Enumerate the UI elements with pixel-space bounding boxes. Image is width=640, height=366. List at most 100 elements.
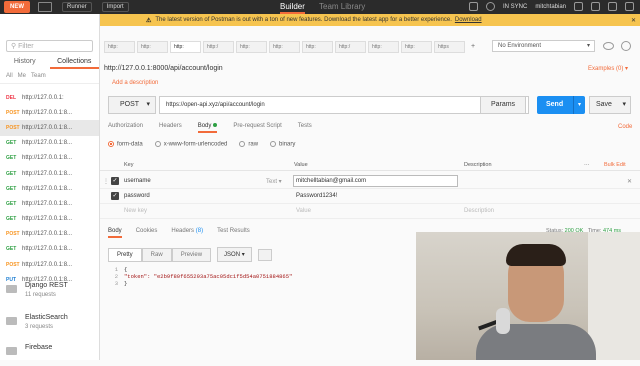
kv-key[interactable]: password (124, 193, 150, 199)
import-button[interactable]: Import (101, 2, 129, 12)
capture-icon[interactable] (468, 2, 478, 11)
history-item[interactable]: GET http://127.0.0.1:8... (0, 166, 99, 181)
request-tab[interactable]: http: (401, 41, 432, 53)
tab-headers[interactable]: Headers (159, 123, 182, 133)
user-menu[interactable]: mitchtabian (535, 4, 566, 10)
request-tab[interactable]: http: (170, 41, 201, 53)
gear-icon[interactable] (621, 41, 631, 51)
bulk-edit-link[interactable]: Bulk Edit (604, 162, 626, 168)
code-link[interactable]: Code (618, 124, 632, 130)
request-tab[interactable]: http: (269, 41, 300, 53)
line-number: 3 (114, 280, 118, 287)
format-preview[interactable]: Preview (171, 247, 212, 262)
col-description: Description (464, 162, 492, 168)
method-select[interactable]: POST (108, 96, 156, 114)
row-checkbox[interactable]: ✓ (111, 177, 119, 185)
environment-select[interactable]: No Environment (492, 40, 595, 52)
type-select[interactable]: Text ▾ (266, 178, 282, 185)
tab-authorization[interactable]: Authorization (108, 123, 143, 133)
request-tab[interactable]: http:/ (203, 41, 234, 53)
notifications-icon[interactable] (591, 2, 600, 11)
headers-count: (8) (195, 228, 204, 234)
more-icon[interactable]: ··· (584, 162, 590, 168)
request-tab[interactable]: http:/ (335, 41, 366, 53)
collection-elasticsearch[interactable]: ElasticSearch 3 requests (0, 312, 100, 336)
request-tab[interactable]: http: (302, 41, 333, 53)
request-tab[interactable]: http: (368, 41, 399, 53)
radio-urlencoded[interactable]: x-www-form-urlencoded (154, 141, 227, 148)
tab-cookies[interactable]: Cookies (136, 228, 158, 238)
examples-dropdown[interactable]: Examples (0) ▾ (588, 65, 628, 72)
new-value-input[interactable]: Value (296, 208, 311, 214)
radio-raw[interactable]: raw (239, 141, 258, 148)
tab-team-library[interactable]: Team Library (319, 2, 365, 11)
history-item[interactable]: GET http://127.0.0.1:8... (0, 196, 99, 211)
runner-button[interactable]: Runner (62, 2, 92, 12)
history-item[interactable]: POST http://127.0.0.1:8... (0, 105, 99, 120)
request-tab[interactable]: https (434, 41, 465, 53)
format-raw[interactable]: Raw (141, 247, 172, 262)
download-link[interactable]: Download (455, 17, 482, 23)
drag-handle-icon[interactable]: ⋮ (103, 178, 109, 185)
filter-me[interactable]: Me (18, 73, 26, 79)
favorite-icon[interactable] (608, 2, 617, 11)
tab-response-body[interactable]: Body (108, 228, 122, 238)
kv-value[interactable]: Password1234! (296, 193, 337, 199)
delete-row-icon[interactable]: ✕ (627, 178, 632, 185)
active-dot-icon (213, 123, 218, 127)
collection-firebase[interactable]: Firebase (0, 342, 100, 366)
radio-binary[interactable]: binary (270, 141, 295, 148)
json-select[interactable]: JSON ▾ (217, 247, 252, 262)
new-key-input[interactable]: New key (124, 208, 147, 214)
tab-body[interactable]: Body (197, 123, 218, 133)
tab-pre-request-script[interactable]: Pre-request Script (233, 123, 281, 133)
close-banner-icon[interactable]: ✕ (631, 17, 636, 24)
url-input[interactable]: https://open-api.xyz/api/account/login (159, 96, 529, 114)
radio-label: binary (279, 141, 296, 148)
history-item[interactable]: POST http://127.0.0.1:8... (0, 257, 99, 272)
request-tab[interactable]: http: (104, 41, 135, 53)
history-item[interactable]: GET http://127.0.0.1:8... (0, 151, 99, 166)
tab-response-headers[interactable]: Headers (8) (171, 228, 203, 238)
new-button[interactable]: NEW (4, 1, 30, 13)
tab-test-results[interactable]: Test Results (217, 228, 250, 238)
tab-collections[interactable]: Collections (49, 56, 99, 69)
history-item[interactable]: GET http://127.0.0.1:8... (0, 136, 99, 151)
folder-icon (6, 285, 17, 293)
add-description-link[interactable]: Add a description (112, 80, 158, 86)
tab-history[interactable]: History (0, 56, 50, 69)
row-checkbox[interactable]: ✓ (111, 192, 119, 200)
settings-icon[interactable] (574, 2, 583, 11)
response-body[interactable]: 1{ 2 "token": "e2b9f80f655293a75ac05dc1f… (108, 266, 408, 346)
collection-django-rest[interactable]: Django REST 11 requests (0, 280, 100, 304)
history-item[interactable]: GET http://127.0.0.1:8... (0, 181, 99, 196)
format-pretty[interactable]: Pretty (108, 247, 142, 262)
filter-team[interactable]: Team (31, 73, 46, 79)
request-tab[interactable]: http: (236, 41, 267, 53)
layout-toggle-icon[interactable] (38, 2, 52, 12)
history-item[interactable]: POST http://127.0.0.1:8... (0, 227, 99, 242)
eye-icon[interactable] (603, 42, 614, 50)
new-tab-icon[interactable]: + (467, 41, 479, 53)
kv-value[interactable]: mitchelltabian@gmail.com (296, 178, 366, 184)
kv-row-username: ⋮ ✓ username Text ▾ mitchelltabian@gmail… (100, 174, 640, 189)
window-icon[interactable] (625, 2, 634, 11)
radio-icon (154, 141, 161, 147)
send-dropdown-icon[interactable]: ▾ (573, 96, 585, 114)
history-item[interactable]: GET http://127.0.0.1:8... (0, 242, 99, 257)
history-item[interactable]: DEL http://127.0.0.1: (0, 90, 99, 105)
filter-input[interactable]: ⚲ Filter (6, 40, 93, 52)
save-button[interactable]: Save (589, 96, 631, 114)
radio-form-data[interactable]: form-data (108, 141, 143, 148)
request-tab[interactable]: http: (137, 41, 168, 53)
new-description-input[interactable]: Description (464, 208, 494, 214)
filter-all[interactable]: All (6, 73, 13, 79)
tab-tests[interactable]: Tests (298, 123, 312, 133)
tab-builder[interactable]: Builder (280, 2, 305, 14)
history-item[interactable]: POST http://127.0.0.1:8... (0, 120, 99, 136)
wrap-lines-icon[interactable] (257, 248, 272, 261)
kv-key[interactable]: username (124, 178, 151, 184)
params-button[interactable]: Params (480, 96, 526, 114)
response-format-bar: Pretty Raw Preview JSON ▾ (108, 247, 272, 262)
history-item[interactable]: GET http://127.0.0.1:8... (0, 212, 99, 227)
